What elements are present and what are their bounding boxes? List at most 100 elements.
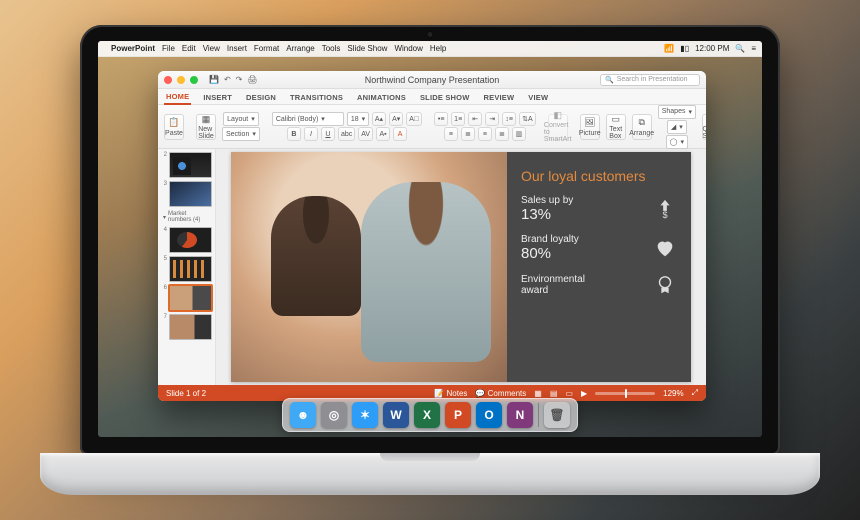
notification-center-icon[interactable]: ≡ [751,44,756,53]
convert-smartart-button[interactable]: ◧ Convert to SmartArt [548,114,568,140]
indent-button[interactable]: ⇥ [485,112,499,126]
tab-slideshow[interactable]: SLIDE SHOW [418,91,472,104]
slide-thumbnail[interactable] [169,227,212,253]
dock-trash[interactable]: 🗑 [544,402,570,428]
picture-button[interactable]: 🖼 Picture [580,114,600,140]
tab-insert[interactable]: INSERT [201,91,234,104]
menubar-app-name[interactable]: PowerPoint [111,44,155,53]
menu-insert[interactable]: Insert [227,44,247,53]
align-right-button[interactable]: ≡ [478,127,492,141]
print-icon[interactable]: 🖨 [247,75,257,84]
shape-outline-dropdown[interactable]: ◯▾ [666,135,688,149]
menu-slideshow[interactable]: Slide Show [347,44,387,53]
battery-icon[interactable]: ▮▯ [680,44,689,53]
italic-button[interactable]: I [304,127,318,141]
menu-view[interactable]: View [203,44,220,53]
dock-word[interactable]: W [383,402,409,428]
dock-finder[interactable]: ☻ [290,402,316,428]
menu-format[interactable]: Format [254,44,279,53]
current-slide[interactable]: Our loyal customers Sales up by13% $ Bra… [231,152,691,382]
zoom-slider[interactable] [595,392,655,395]
font-size-select[interactable]: 18▾ [347,112,369,126]
bold-button[interactable]: B [287,127,301,141]
redo-icon[interactable]: ↷ [236,75,243,84]
clear-format-button[interactable]: A⃠ [406,112,422,126]
fit-to-window-button[interactable]: ⤢ [692,388,698,398]
text-direction-button[interactable]: ⇅A [519,112,536,126]
slide-thumbnail[interactable] [169,152,212,178]
dock-launchpad[interactable]: ◎ [321,402,347,428]
menu-window[interactable]: Window [394,44,422,53]
tab-animations[interactable]: ANIMATIONS [355,91,408,104]
tab-view[interactable]: VIEW [526,91,550,104]
dock: ☻ ◎ ✶ W X P O N 🗑 [282,398,578,432]
spotlight-icon[interactable]: 🔍 [735,44,745,53]
underline-button[interactable]: U [321,127,335,141]
layout-dropdown[interactable]: Layout▾ [223,112,259,126]
slide-thumbnail[interactable] [169,181,212,207]
line-spacing-button[interactable]: ↕≡ [502,112,516,126]
outdent-button[interactable]: ⇤ [468,112,482,126]
normal-view-button[interactable]: ▦ [534,389,542,398]
slide-canvas[interactable]: Our loyal customers Sales up by13% $ Bra… [216,149,706,385]
strike-button[interactable]: abc [338,127,355,141]
tab-transitions[interactable]: TRANSITIONS [288,91,345,104]
save-icon[interactable]: 💾 [209,75,219,84]
paste-button[interactable]: 📋 Paste [164,114,184,140]
bullets-button[interactable]: •≡ [434,112,448,126]
decrease-font-button[interactable]: A▾ [389,112,403,126]
menu-file[interactable]: File [162,44,175,53]
quick-styles-button[interactable]: ✦ Quick Styles [702,114,706,140]
dock-safari[interactable]: ✶ [352,402,378,428]
new-slide-button[interactable]: ▦ New Slide [196,114,216,140]
reading-view-button[interactable]: ▭ [565,389,573,398]
tab-home[interactable]: HOME [164,90,191,105]
menu-tools[interactable]: Tools [322,44,341,53]
section-dropdown[interactable]: Section▾ [222,127,260,141]
dock-powerpoint[interactable]: P [445,402,471,428]
menu-arrange[interactable]: Arrange [286,44,314,53]
slide-thumbnail[interactable] [169,285,212,311]
shape-fill-dropdown[interactable]: ◢▾ [667,120,687,134]
slide-counter[interactable]: Slide 1 of 2 [166,389,206,398]
justify-button[interactable]: ≣ [495,127,509,141]
char-spacing-button[interactable]: AV [358,127,373,141]
menubar-clock[interactable]: 12:00 PM [695,44,729,53]
slide-thumbnail[interactable] [169,314,212,340]
dock-outlook[interactable]: O [476,402,502,428]
undo-icon[interactable]: ↶ [224,75,231,84]
highlight-button[interactable]: A▪ [376,127,390,141]
zoom-window-button[interactable] [190,76,198,84]
arrange-button[interactable]: ⧉ Arrange [632,114,652,140]
sorter-view-button[interactable]: ▤ [550,389,558,398]
tab-review[interactable]: REVIEW [482,91,517,104]
text-box-button[interactable]: ▭ Text Box [606,114,626,140]
close-window-button[interactable] [164,76,172,84]
comments-toggle[interactable]: 💬 Comments [475,389,526,398]
wifi-icon[interactable]: 📶 [664,44,674,53]
increase-font-button[interactable]: A▴ [372,112,386,126]
slide-heading[interactable]: Our loyal customers [521,168,677,184]
clipboard-icon: 📋 [168,117,180,129]
slide-photo[interactable] [231,152,507,382]
align-center-button[interactable]: ≣ [461,127,475,141]
dock-excel[interactable]: X [414,402,440,428]
minimize-window-button[interactable] [177,76,185,84]
search-input[interactable]: 🔍 Search in Presentation [600,74,700,86]
font-color-button[interactable]: A [393,127,407,141]
notes-toggle[interactable]: 📝 Notes [434,389,467,398]
font-name-select[interactable]: Calibri (Body)▾ [272,112,344,126]
dock-onenote[interactable]: N [507,402,533,428]
slideshow-view-button[interactable]: ▶ [581,389,587,398]
shapes-dropdown[interactable]: Shapes▾ [658,105,696,119]
slide-text-panel[interactable]: Our loyal customers Sales up by13% $ Bra… [507,152,691,382]
menu-help[interactable]: Help [430,44,446,53]
menu-edit[interactable]: Edit [182,44,196,53]
zoom-level[interactable]: 129% [663,389,683,398]
align-left-button[interactable]: ≡ [444,127,458,141]
columns-button[interactable]: ▥ [512,127,526,141]
section-header[interactable]: ▾Market numbers (4) [161,210,212,224]
tab-design[interactable]: DESIGN [244,91,278,104]
slide-thumbnail[interactable] [169,256,212,282]
numbering-button[interactable]: 1≡ [451,112,465,126]
